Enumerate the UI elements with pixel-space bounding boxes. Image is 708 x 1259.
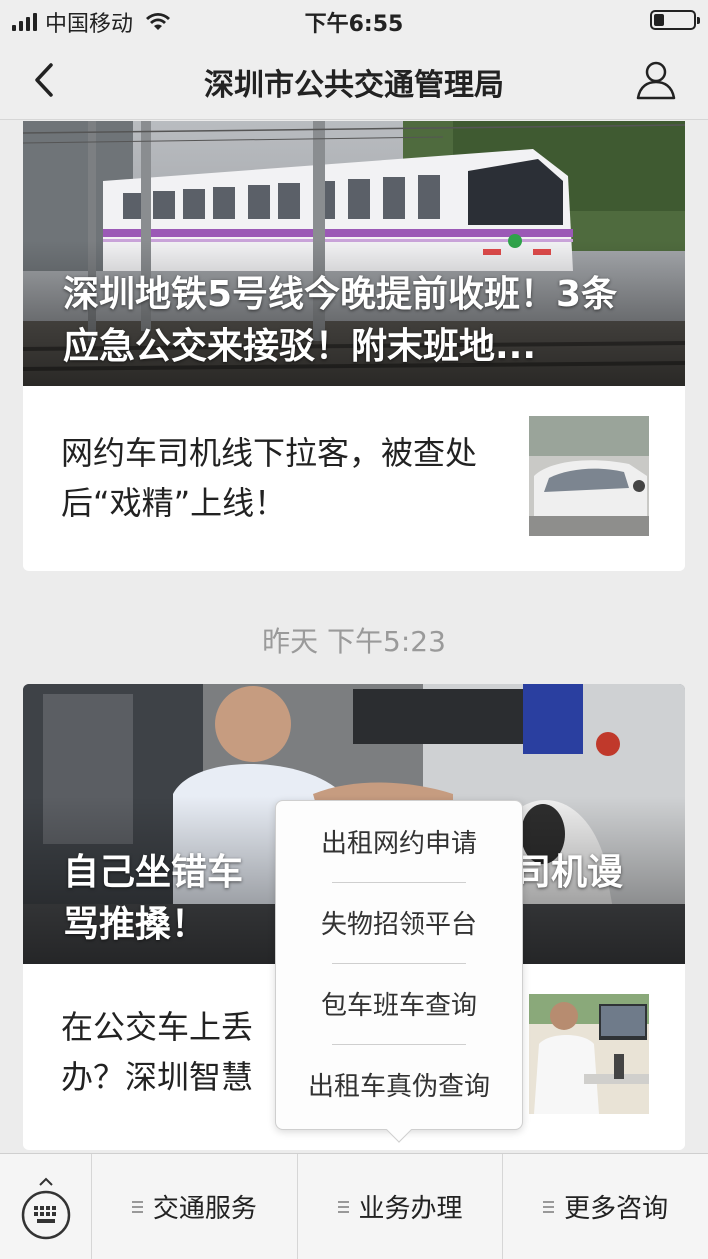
article-title: 网约车司机线下拉客，被查处后“戏精”上线！ bbox=[61, 434, 478, 522]
menu-item-taxi-application[interactable]: 出租网约申请 bbox=[276, 801, 522, 882]
nav-bar: 深圳市公共交通管理局 bbox=[0, 40, 708, 120]
hero-title-line1-right: 司机谩 bbox=[515, 852, 624, 893]
menu-lines-icon bbox=[543, 1200, 555, 1213]
menu-label: 更多咨询 bbox=[564, 1194, 669, 1224]
menu-item-lost-found[interactable]: 失物招领平台 bbox=[276, 882, 522, 963]
list-item[interactable]: 网约车司机线下拉客，被查处后“戏精”上线！ bbox=[23, 386, 685, 570]
menu-more-consult[interactable]: 更多咨询 bbox=[503, 1154, 708, 1259]
menu-lines-icon bbox=[131, 1200, 143, 1213]
bottom-menu-bar: 交通服务 业务办理 更多咨询 bbox=[0, 1153, 708, 1259]
page-title: 深圳市公共交通管理局 bbox=[204, 68, 504, 103]
keyboard-toggle-button[interactable] bbox=[0, 1154, 92, 1259]
menu-traffic-services[interactable]: 交通服务 bbox=[92, 1154, 298, 1259]
thumbnail-image bbox=[529, 994, 649, 1114]
profile-button[interactable] bbox=[634, 58, 678, 102]
menu-label: 交通服务 bbox=[152, 1194, 257, 1224]
menu-label: 业务办理 bbox=[358, 1194, 463, 1224]
hero-title: 深圳地铁5号线今晚提前收班！3条应急公交来接驳！附末班地... bbox=[63, 274, 618, 367]
status-bar: 中国移动 下午6:55 bbox=[0, 0, 708, 40]
thumbnail-image bbox=[529, 416, 649, 536]
article-card[interactable]: 深圳地铁5号线今晚提前收班！3条应急公交来接驳！附末班地... 网约车司机线下拉… bbox=[23, 121, 685, 571]
menu-item-charter-query[interactable]: 包车班车查询 bbox=[276, 963, 522, 1044]
menu-business-handling[interactable]: 业务办理 bbox=[298, 1154, 504, 1259]
keyboard-icon bbox=[21, 1177, 70, 1239]
popup-menu: 出租网约申请 失物招领平台 包车班车查询 出租车真伪查询 bbox=[275, 800, 523, 1143]
timestamp: 昨天 下午5:23 bbox=[262, 625, 446, 658]
hero-title-line2: 骂推搡！ bbox=[63, 904, 208, 945]
user-icon bbox=[636, 61, 676, 100]
battery-icon bbox=[650, 10, 700, 30]
hero-image[interactable]: 深圳地铁5号线今晚提前收班！3条应急公交来接驳！附末班地... bbox=[23, 121, 685, 386]
menu-lines-icon bbox=[337, 1200, 349, 1213]
status-time: 下午6:55 bbox=[304, 12, 404, 37]
menu-item-taxi-verify[interactable]: 出租车真伪查询 bbox=[276, 1044, 522, 1125]
